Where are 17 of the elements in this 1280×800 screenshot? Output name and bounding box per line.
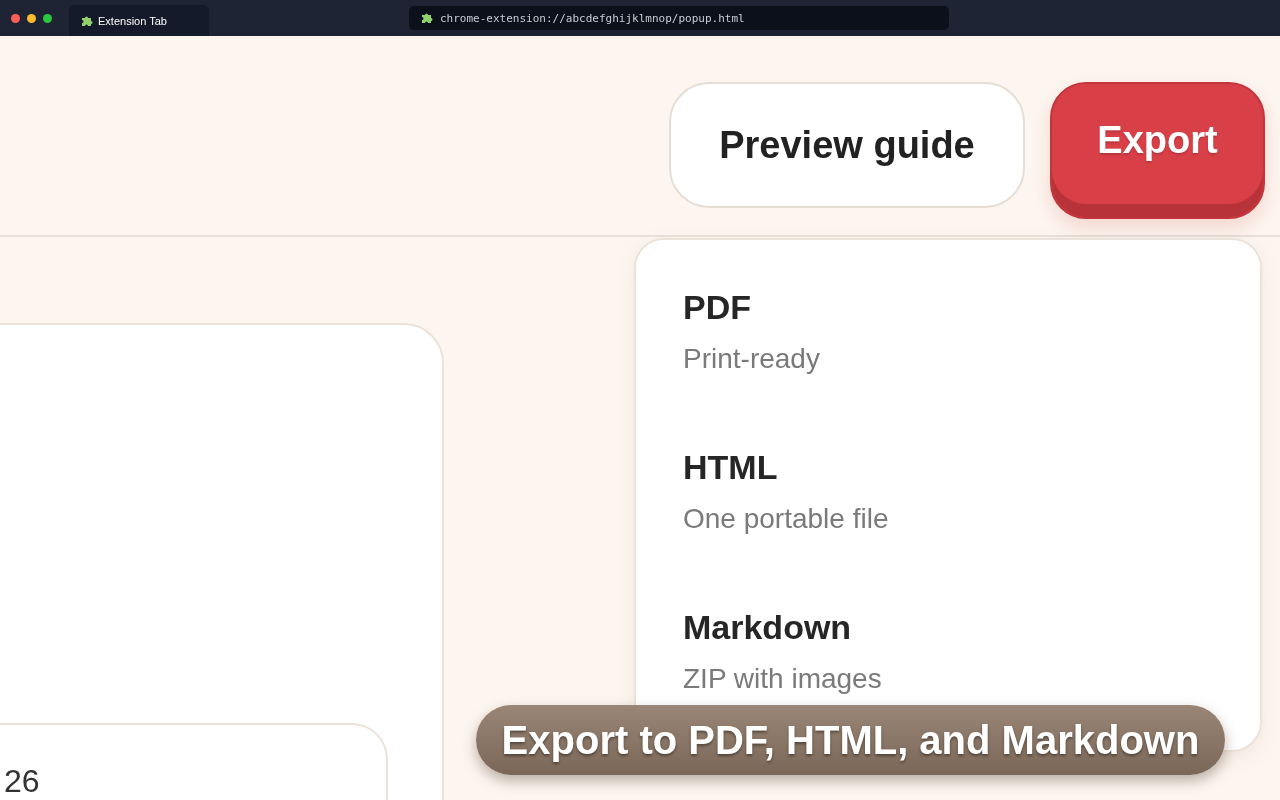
caption-banner: Export to PDF, HTML, and Markdown [476, 705, 1225, 775]
menu-item-description: Print-ready [683, 343, 821, 375]
puzzle-icon [421, 12, 433, 24]
minimize-dot[interactable] [27, 13, 36, 23]
close-dot[interactable] [11, 13, 20, 23]
menu-item-title[interactable]: HTML [683, 448, 1260, 487]
menu-item-description: ZIP with images [683, 663, 883, 695]
browser-tab[interactable]: Extension Tab [69, 5, 209, 36]
menu-item-title[interactable]: PDF [683, 288, 1260, 327]
maximize-dot[interactable] [43, 13, 52, 23]
export-button[interactable]: Export [1050, 82, 1265, 219]
menu-item-title[interactable]: Markdown [683, 608, 1260, 647]
menu-item-description: One portable file [683, 503, 890, 535]
card-value: 26 [4, 763, 40, 799]
puzzle-icon [81, 14, 93, 27]
address-bar[interactable]: chrome-extension://abcdefghijklmnop/popup.html [409, 6, 949, 30]
preview-button[interactable]: Preview guide [669, 82, 1025, 208]
